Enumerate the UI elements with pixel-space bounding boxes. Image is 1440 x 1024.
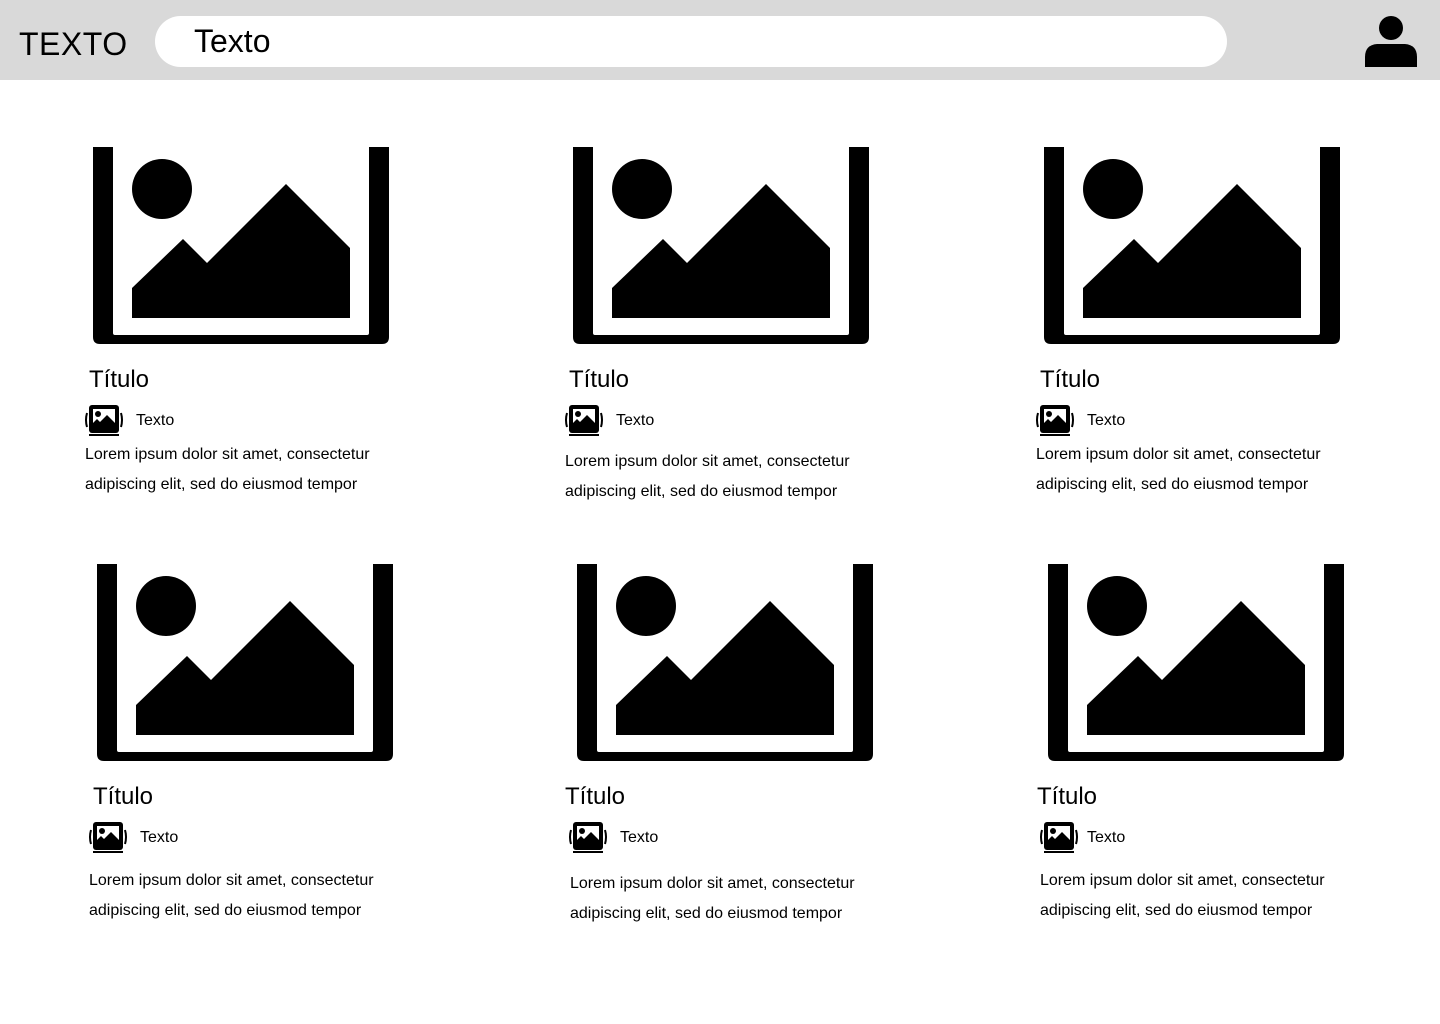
author-name: Texto [616,412,655,429]
card-4[interactable]: Título Texto Lorem ipsum dolor sit amet,… [89,564,449,944]
author-image-icon [1036,405,1074,436]
author-image-icon [85,405,123,436]
card-1[interactable]: Título Texto Lorem ipsum dolor sit amet,… [85,147,445,527]
card-description: Lorem ipsum dolor sit amet, consectetur … [1040,872,1325,919]
image-placeholder-icon [577,564,873,761]
author-image-icon [1040,822,1078,853]
image-placeholder-icon [1044,147,1340,344]
card-description: Lorem ipsum dolor sit amet, consectetur … [570,875,855,922]
author-image-icon [89,822,127,853]
card-6[interactable]: Título Texto Lorem ipsum dolor sit amet,… [1037,564,1400,944]
card-3[interactable]: Título Texto Lorem ipsum dolor sit amet,… [1036,147,1396,527]
image-placeholder-icon [93,147,389,344]
author-name: Texto [136,412,175,429]
card-description: Lorem ipsum dolor sit amet, consectetur … [85,446,370,493]
card-description: Lorem ipsum dolor sit amet, consectetur … [89,872,374,919]
card-description: Lorem ipsum dolor sit amet, consectetur … [1036,446,1321,493]
card-2[interactable]: Título Texto Lorem ipsum dolor sit amet,… [565,147,925,527]
card-title[interactable]: Título [1037,781,1097,813]
search-input[interactable] [155,16,1227,67]
author-name: Texto [140,829,179,846]
author-name: Texto [620,829,659,846]
card-title[interactable]: Título [1040,364,1100,396]
card-title[interactable]: Título [89,364,149,396]
author-name: Texto [1087,412,1126,429]
top-bar: TEXTO [0,0,1440,80]
logo-text[interactable]: TEXTO [19,24,128,64]
author-name: Texto [1087,829,1126,846]
author-image-icon [569,822,607,853]
image-placeholder-icon [1048,564,1344,761]
card-5[interactable]: Título Texto Lorem ipsum dolor sit amet,… [565,564,929,944]
card-description: Lorem ipsum dolor sit amet, consectetur … [565,453,850,500]
user-icon[interactable] [1364,14,1418,68]
card-title[interactable]: Título [565,781,625,813]
image-placeholder-icon [573,147,869,344]
card-title[interactable]: Título [569,364,629,396]
image-placeholder-icon [97,564,393,761]
card-title[interactable]: Título [93,781,153,813]
author-image-icon [565,405,603,436]
